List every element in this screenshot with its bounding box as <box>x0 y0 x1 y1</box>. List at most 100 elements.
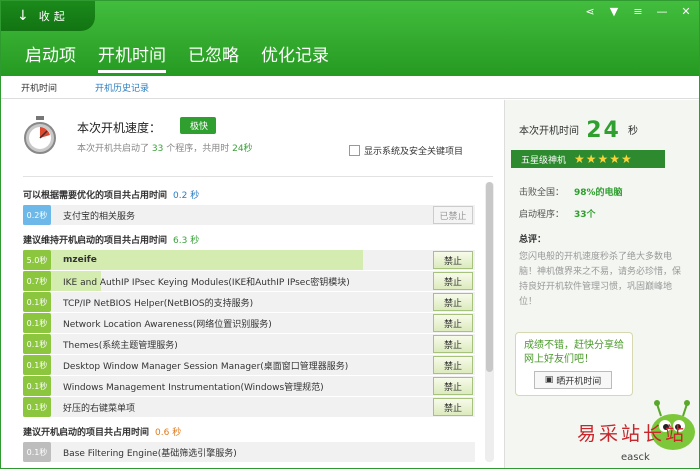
list-item: 0.1秒 Windows Management Instrumentation(… <box>23 376 475 396</box>
list-item: 5.0秒 mzeife 禁止 <box>23 250 475 270</box>
share-button-label: 晒开机时间 <box>556 376 602 387</box>
disable-button[interactable]: 禁止 <box>433 377 473 395</box>
tab-optimization-log[interactable]: 优化记录 <box>261 41 329 73</box>
startup-item-list: 可以根据需要优化的项目共占用时间 0.2 秒 0.2秒 支付宝的相关服务 已禁止… <box>23 180 475 463</box>
checkbox-box[interactable] <box>349 145 360 156</box>
item-name: Windows Management Instrumentation(Windo… <box>63 382 324 393</box>
disabled-button[interactable]: 已禁止 <box>433 206 473 224</box>
disable-button[interactable]: 禁止 <box>433 251 473 269</box>
section-time: 6.3 秒 <box>173 236 200 246</box>
item-time: 0.2秒 <box>23 205 51 225</box>
item-time: 0.1秒 <box>23 313 51 333</box>
item-name: IKE and AuthIP IPsec Keying Modules(IKE和… <box>63 277 350 288</box>
item-name: mzeife <box>63 255 97 265</box>
collapse-arrow-icon: ↓ <box>17 8 29 24</box>
section-header-keep: 建议开机启动的项目共占用时间 0.6 秒 <box>23 421 475 442</box>
item-name: Base Filtering Engine(基础筛选引擎服务) <box>63 448 237 459</box>
tab-boot-time[interactable]: 开机时间 <box>98 41 166 73</box>
level-banner: 五星级神机 ★★★★★ <box>511 150 665 168</box>
collapse-button[interactable]: ↓ 收起 <box>1 1 95 31</box>
disable-button[interactable]: 禁止 <box>433 335 473 353</box>
section-title: 建议维持开机启动的项目共占用时间 <box>23 236 168 246</box>
list-item: 0.7秒 IKE and AuthIP IPsec Keying Modules… <box>23 271 475 291</box>
speed-description: 本次开机共启动了 33 个程序，共用时 24秒 <box>77 141 253 154</box>
watermark-sub: easck <box>621 452 650 463</box>
header-bar: ↓ 收起 ⋖ ▼ ≡ — ✕ 启动项 开机时间 已忽略 优化记录 <box>1 1 699 76</box>
item-time: 0.1秒 <box>23 442 51 462</box>
section-header-optimizable: 可以根据需要优化的项目共占用时间 0.2 秒 <box>23 184 475 205</box>
share-text: 成绩不错，赶快分享给网上好友们吧！ <box>524 340 624 365</box>
subtab-boot-time[interactable]: 开机时间 <box>21 81 57 94</box>
boot-time-value: 24 <box>586 118 621 143</box>
show-system-items-checkbox[interactable]: 显示系统及安全关键项目 <box>349 144 463 157</box>
camera-icon: ▣ <box>544 375 554 385</box>
close-icon[interactable]: ✕ <box>679 5 693 18</box>
tab-ignored[interactable]: 已忽略 <box>188 41 239 73</box>
list-item: 0.1秒 Themes(系统主题管理服务) 禁止 <box>23 334 475 354</box>
item-name: TCP/IP NetBIOS Helper(NetBIOS的支持服务) <box>63 298 254 309</box>
stopwatch-icon <box>24 116 56 154</box>
boot-details-panel: 本次开机速度： 极快 本次开机共启动了 33 个程序，共用时 24秒 显示系统及… <box>1 100 504 468</box>
boot-time-summary: 本次开机时间 24 秒 <box>519 118 638 143</box>
item-name: 支付宝的相关服务 <box>63 211 136 222</box>
program-count: 33 <box>151 144 164 154</box>
share-boot-time-button[interactable]: ▣ 晒开机时间 <box>534 371 612 389</box>
section-time: 0.2 秒 <box>173 191 200 201</box>
beat-value: 98%的电脑 <box>574 188 623 198</box>
total-time: 24秒 <box>232 144 253 154</box>
list-item: 0.1秒 Desktop Window Manager Session Mana… <box>23 355 475 375</box>
tab-startup-items[interactable]: 启动项 <box>25 41 76 73</box>
item-name: 好压的右键菜单项 <box>63 403 136 414</box>
level-label: 五星级神机 <box>521 155 567 166</box>
result-panel: 本次开机时间 24 秒 五星级神机 ★★★★★ 击败全国： 98%的电脑 启动程序… <box>504 100 699 468</box>
programs-value: 33个 <box>574 210 596 220</box>
disable-button[interactable]: 禁止 <box>433 314 473 332</box>
disable-button[interactable]: 禁止 <box>433 356 473 374</box>
list-item: 0.2秒 支付宝的相关服务 已禁止 <box>23 205 475 225</box>
beat-stat: 击败全国： 98%的电脑 <box>519 185 623 198</box>
disable-button[interactable]: 禁止 <box>433 293 473 311</box>
disable-button[interactable]: 禁止 <box>433 272 473 290</box>
rating-stars: ★★★★★ <box>574 152 633 166</box>
divider <box>23 176 493 177</box>
item-time: 0.1秒 <box>23 355 51 375</box>
item-time: 0.1秒 <box>23 292 51 312</box>
item-name: Themes(系统主题管理服务) <box>63 340 178 351</box>
item-name: Network Location Awareness(网络位置识别服务) <box>63 319 272 330</box>
scrollbar[interactable] <box>485 182 494 462</box>
list-item: 0.1秒 好压的右键菜单项 禁止 <box>23 397 475 417</box>
beat-label: 击败全国： <box>519 188 565 198</box>
section-title: 可以根据需要优化的项目共占用时间 <box>23 191 168 201</box>
menu-icon[interactable]: ≡ <box>631 5 645 18</box>
programs-stat: 启动程序： 33个 <box>519 207 596 220</box>
desc-mid: 个程序，共用时 <box>166 144 230 154</box>
list-item: 0.1秒 TCP/IP NetBIOS Helper(NetBIOS的支持服务)… <box>23 292 475 312</box>
summary-label: 总评： <box>519 235 547 245</box>
programs-label: 启动程序： <box>519 210 565 220</box>
checkbox-label: 显示系统及安全关键项目 <box>364 147 464 157</box>
list-item: 0.1秒 Base Filtering Engine(基础筛选引擎服务) <box>23 442 475 462</box>
section-time: 0.6 秒 <box>155 428 182 438</box>
summary-text: 您闪电般的开机速度秒杀了绝大多数电脑！神机傲界来之不易，请务必珍惜，保持良好开机… <box>519 252 682 307</box>
window-controls: ⋖ ▼ ≡ — ✕ <box>583 5 693 18</box>
watermark: 易采站长站 <box>577 423 688 445</box>
list-item: 0.1秒 Network Location Awareness(网络位置识别服务… <box>23 313 475 333</box>
scrollbar-thumb[interactable] <box>486 182 493 372</box>
share-icon[interactable]: ⋖ <box>583 5 597 18</box>
item-time: 0.1秒 <box>23 376 51 396</box>
skin-icon[interactable]: ▼ <box>607 5 621 18</box>
item-name: Desktop Window Manager Session Manager(桌… <box>63 361 349 372</box>
app-window: ↓ 收起 ⋖ ▼ ≡ — ✕ 启动项 开机时间 已忽略 优化记录 开机时间 开机… <box>0 0 700 469</box>
minimize-icon[interactable]: — <box>655 5 669 18</box>
item-time: 0.1秒 <box>23 397 51 417</box>
speed-badge: 极快 <box>180 117 217 134</box>
subtab-boot-history[interactable]: 开机历史记录 <box>95 81 149 94</box>
collapse-label: 收起 <box>38 10 69 23</box>
section-title: 建议开机启动的项目共占用时间 <box>23 428 150 438</box>
sub-tabs: 开机时间 开机历史记录 <box>1 76 699 99</box>
item-time: 0.1秒 <box>23 334 51 354</box>
main-tabs: 启动项 开机时间 已忽略 优化记录 <box>25 41 329 73</box>
disable-button[interactable]: 禁止 <box>433 398 473 416</box>
item-time: 0.7秒 <box>23 271 51 291</box>
share-bubble: 成绩不错，赶快分享给网上好友们吧！ ▣ 晒开机时间 <box>515 332 633 396</box>
